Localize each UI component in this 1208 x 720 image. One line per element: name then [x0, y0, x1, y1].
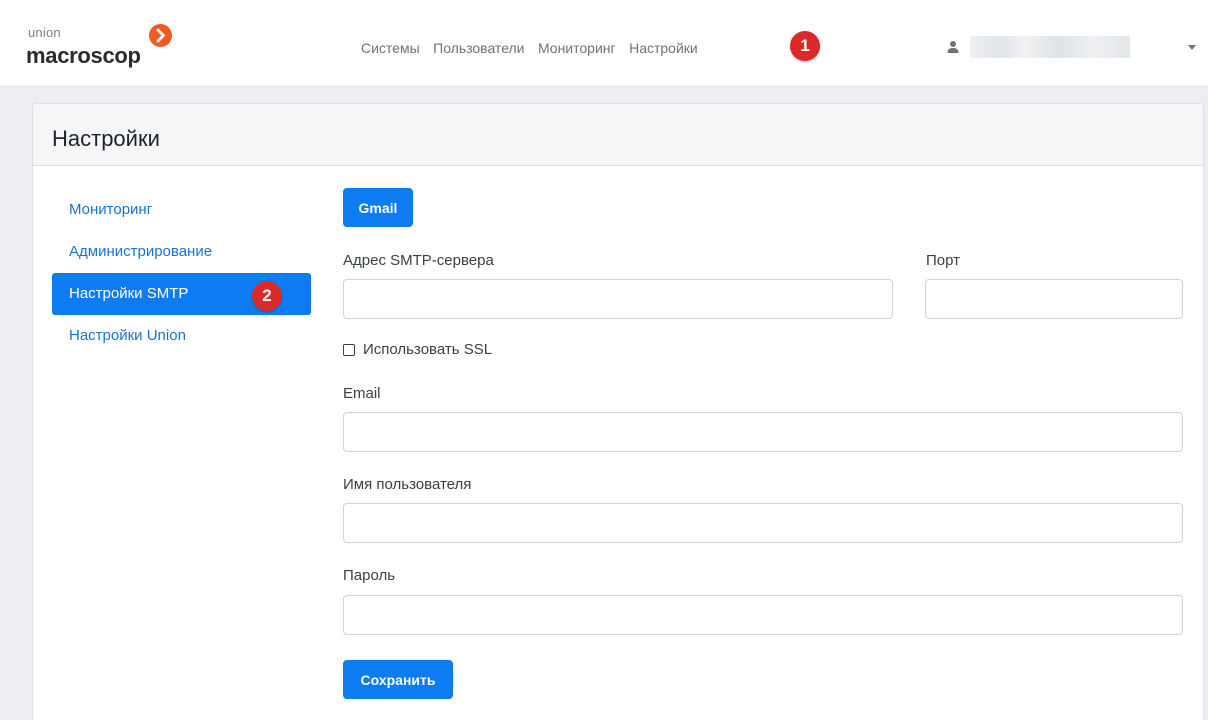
caret-down-icon[interactable] — [1188, 45, 1196, 50]
port-input[interactable] — [925, 279, 1183, 319]
sidebar-item-administration[interactable]: Администрирование — [52, 231, 311, 273]
save-button[interactable]: Сохранить — [343, 660, 453, 699]
sidebar-item-monitoring[interactable]: Мониторинг — [52, 189, 311, 231]
gmail-button[interactable]: Gmail — [343, 188, 413, 227]
nav-link-settings[interactable]: Настройки — [629, 40, 698, 56]
username-input[interactable] — [343, 503, 1183, 543]
nav-link-systems[interactable]: Системы — [361, 40, 420, 56]
password-input[interactable] — [343, 595, 1183, 635]
nav-link-monitoring[interactable]: Мониторинг — [538, 40, 616, 56]
brand-union-text: union — [28, 25, 61, 40]
email-label: Email — [343, 385, 381, 402]
smtp-server-label: Адрес SMTP-сервера — [343, 252, 494, 269]
main-nav: Системы Пользователи Мониторинг Настройк… — [361, 40, 707, 60]
ssl-checkbox-label[interactable]: Использовать SSL — [363, 341, 492, 358]
password-label: Пароль — [343, 567, 396, 584]
smtp-server-input[interactable] — [343, 279, 893, 319]
user-name-redacted — [970, 36, 1130, 58]
step-badge-1: 1 — [790, 31, 820, 61]
sidebar-item-union[interactable]: Настройки Union — [52, 315, 311, 357]
email-input[interactable] — [343, 412, 1183, 452]
card-header: Настройки — [33, 104, 1203, 166]
ssl-checkbox[interactable] — [343, 344, 355, 356]
brand-logo[interactable]: union macroscop — [26, 20, 186, 70]
port-label: Порт — [926, 252, 961, 269]
page-title: Настройки — [52, 126, 160, 151]
brand-name: macroscop — [26, 43, 141, 68]
top-navbar: union macroscop Системы Пользователи Мон… — [0, 0, 1208, 85]
username-label: Имя пользователя — [343, 476, 472, 493]
brand-arrow-icon — [149, 24, 172, 47]
user-icon — [946, 40, 960, 54]
step-badge-2: 2 — [252, 281, 282, 311]
nav-link-users[interactable]: Пользователи — [433, 40, 524, 56]
user-menu[interactable] — [946, 36, 1200, 60]
